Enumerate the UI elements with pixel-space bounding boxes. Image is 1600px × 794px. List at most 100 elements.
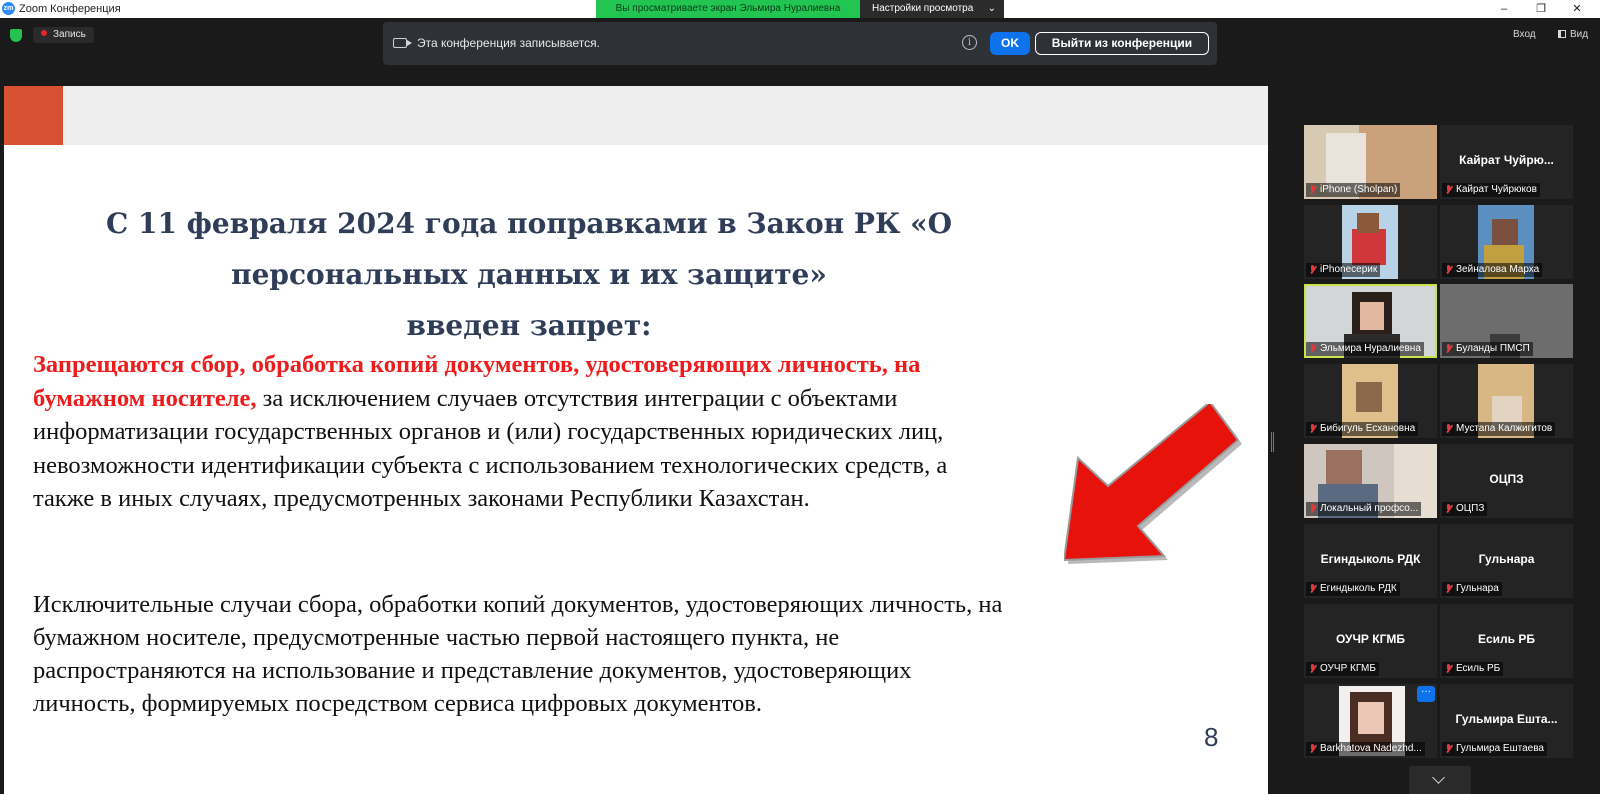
- participant-display-name: ОУЧР КГМБ: [1335, 632, 1406, 646]
- panel-resize-handle[interactable]: [1271, 432, 1274, 452]
- mic-muted-icon: [1445, 265, 1452, 275]
- slide-accent-square: [4, 86, 63, 145]
- participant-label-text: Бибигуль Есхановна: [1320, 423, 1416, 434]
- slide-header-band: [4, 86, 1268, 145]
- participant-label-text: ОУЧР КГМБ: [1320, 663, 1376, 674]
- participant-tile[interactable]: Локальный профсо...: [1304, 444, 1437, 518]
- participant-name-label: Локальный профсо...: [1306, 502, 1422, 516]
- video-camera-icon: [393, 38, 412, 48]
- participant-tile[interactable]: iPhone (Sholpan): [1304, 125, 1437, 199]
- participant-label-text: iPhone (Sholpan): [1320, 184, 1398, 195]
- leave-meeting-button[interactable]: Выйти из конференции: [1035, 32, 1209, 55]
- participant-tile[interactable]: Есиль РБ Есиль РБ: [1440, 604, 1573, 678]
- participant-name-label: ОУЧР КГМБ: [1306, 662, 1379, 676]
- participant-tile[interactable]: ОЦПЗ ОЦПЗ: [1440, 444, 1573, 518]
- participant-label-text: Локальный профсо...: [1320, 503, 1419, 514]
- participant-tile[interactable]: Буланды ПМСП: [1440, 284, 1573, 358]
- recording-notice-bar: Эта конференция записывается. i OK Выйти…: [383, 22, 1217, 65]
- close-window-button[interactable]: ✕: [1554, 0, 1600, 18]
- participant-label-text: ОЦПЗ: [1456, 503, 1485, 514]
- participant-tile[interactable]: Кайрат Чуйрю... Кайрат Чуйрюков: [1440, 125, 1573, 199]
- participant-name-label: Эльмира Нуралиевна: [1306, 342, 1424, 356]
- info-icon[interactable]: i: [962, 35, 977, 50]
- mic-muted-icon: [1445, 584, 1452, 594]
- participant-tile[interactable]: Мустапа Калжигитов: [1440, 364, 1573, 438]
- gallery-view-icon: [1558, 30, 1566, 38]
- chevron-down-icon: ⌄: [987, 3, 996, 14]
- participant-name-label: Гульнара: [1442, 582, 1502, 596]
- slide-title-line: персональных данных и их защите»: [231, 258, 827, 291]
- mic-muted-icon: [1445, 744, 1452, 754]
- slide-title: С 11 февраля 2024 года поправками в Зако…: [96, 198, 962, 351]
- participant-tile[interactable]: Barkhatova Nadezhd... ···: [1304, 684, 1437, 758]
- participant-tile[interactable]: Егиндыколь РДК Егиндыколь РДК: [1304, 524, 1437, 598]
- participant-label-text: Кайрат Чуйрюков: [1456, 184, 1537, 195]
- view-options-dropdown[interactable]: Настройки просмотра ⌄: [860, 0, 1004, 18]
- participant-label-text: Буланды ПМСП: [1456, 343, 1530, 354]
- mic-muted-icon: [1309, 424, 1316, 434]
- red-arrow-icon: [1064, 404, 1242, 564]
- participant-video-frame: [1358, 702, 1384, 734]
- mic-muted-icon: [1309, 504, 1316, 514]
- participant-tile[interactable]: ОУЧР КГМБ ОУЧР КГМБ: [1304, 604, 1437, 678]
- participant-name-label: ОЦПЗ: [1442, 502, 1488, 516]
- view-label: Вид: [1570, 29, 1589, 40]
- view-options-label: Настройки просмотра: [872, 3, 974, 14]
- participant-name-label: Егиндыколь РДК: [1306, 582, 1400, 596]
- participant-name-label: Бибигуль Есхановна: [1306, 422, 1419, 436]
- mic-muted-icon: [1445, 424, 1452, 434]
- participant-label-text: iPhoneсерик: [1320, 264, 1378, 275]
- shared-screen-slide: С 11 февраля 2024 года поправками в Зако…: [4, 86, 1268, 794]
- participant-tile[interactable]: Гульнара Гульнара: [1440, 524, 1573, 598]
- participant-name-label: iPhone (Sholpan): [1306, 183, 1401, 197]
- mic-muted-icon: [1309, 584, 1316, 594]
- participant-video-frame: [1352, 229, 1386, 265]
- security-shield-icon[interactable]: [10, 29, 22, 42]
- mic-muted-icon: [1309, 664, 1316, 674]
- mic-muted-icon: [1309, 185, 1316, 195]
- slide-paragraph-1: Запрещаются сбор, обработка копий докуме…: [33, 348, 1013, 516]
- participant-video-frame: [1356, 382, 1382, 412]
- mic-muted-icon: [1445, 185, 1452, 195]
- view-button[interactable]: Вид: [1558, 29, 1588, 40]
- participant-video-frame: [1360, 302, 1384, 330]
- participant-label-text: Егиндыколь РДК: [1320, 583, 1397, 594]
- mic-muted-icon: [1445, 664, 1452, 674]
- participant-label-text: Есиль РБ: [1456, 663, 1501, 674]
- participant-name-label: Гульмира Ештаева: [1442, 742, 1547, 756]
- recording-notice-text: Эта конференция записывается.: [417, 36, 600, 50]
- participant-label-text: Мустапа Калжигитов: [1456, 423, 1553, 434]
- ok-button[interactable]: OK: [990, 32, 1030, 55]
- participant-label-text: Зейналова Марха: [1456, 264, 1540, 275]
- participant-video-frame: [1357, 213, 1379, 233]
- zoom-logo-icon: zm: [2, 2, 15, 15]
- participant-tile[interactable]: Зейналова Марха: [1440, 205, 1573, 279]
- participant-label-text: Эльмира Нуралиевна: [1320, 343, 1421, 354]
- window-title-bar: zm Zoom Конференция Вы просматриваете эк…: [0, 0, 1600, 18]
- participant-tile[interactable]: Бибигуль Есхановна: [1304, 364, 1437, 438]
- gallery-scroll-down-button[interactable]: [1409, 766, 1471, 794]
- slide-paragraph-2: Исключительные случаи сбора, обработки к…: [33, 591, 1003, 717]
- more-options-button[interactable]: ···: [1417, 686, 1435, 702]
- slide-title-line: введен запрет:: [406, 309, 652, 342]
- record-dot-icon: [41, 30, 47, 37]
- mic-muted-icon: [1309, 344, 1316, 354]
- participant-name-label: Буланды ПМСП: [1442, 342, 1533, 356]
- participant-label-text: Гульмира Ештаева: [1456, 743, 1544, 754]
- login-button[interactable]: Вход: [1513, 29, 1536, 40]
- participant-tile[interactable]: Гульмира Ешта... Гульмира Ештаева: [1440, 684, 1573, 758]
- recording-indicator[interactable]: Запись: [33, 27, 94, 43]
- participant-label-text: Гульнара: [1456, 583, 1499, 594]
- screen-share-banner: Вы просматриваете экран Эльмира Нуралиев…: [596, 0, 860, 18]
- participant-name-label: Кайрат Чуйрюков: [1442, 183, 1540, 197]
- participant-tile[interactable]: iPhoneсерик: [1304, 205, 1437, 279]
- mic-muted-icon: [1445, 504, 1452, 514]
- participant-display-name: Кайрат Чуйрю...: [1459, 153, 1554, 167]
- participant-name-label: Есиль РБ: [1442, 662, 1504, 676]
- mic-muted-icon: [1309, 265, 1316, 275]
- app-title: Zoom Конференция: [19, 3, 121, 15]
- slide-page-number: 8: [1204, 722, 1219, 752]
- participant-display-name: Есиль РБ: [1477, 632, 1536, 646]
- participant-tile[interactable]: Эльмира Нуралиевна: [1304, 284, 1437, 358]
- slide-title-line: С 11 февраля 2024 года поправками в Зако…: [105, 207, 953, 240]
